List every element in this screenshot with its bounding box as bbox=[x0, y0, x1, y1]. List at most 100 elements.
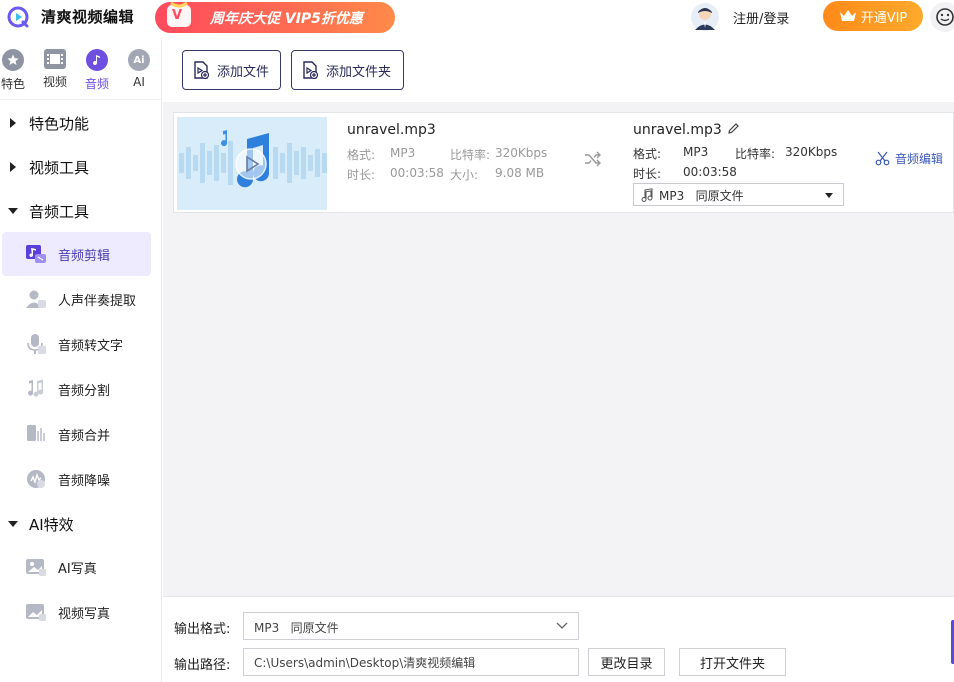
output-format-select-value: MP3 同原文件 bbox=[254, 621, 339, 635]
file-row: unravel.mp3 格式: MP3 比特率: 320Kbps 时长: 00:… bbox=[173, 112, 954, 213]
output-path-label: 输出路径: bbox=[174, 658, 231, 673]
group-ai-effects[interactable]: AI特效 bbox=[0, 506, 162, 542]
audio-edit-button[interactable]: 音频编辑 bbox=[875, 150, 943, 167]
group-audio-tools[interactable]: 音频工具 bbox=[0, 193, 162, 229]
sidebar-item-label: 音频剪辑 bbox=[58, 249, 111, 264]
sidebar-item-label: AI写真 bbox=[58, 562, 97, 577]
audio-merge-icon bbox=[27, 425, 45, 441]
sidebar-item-noise-reduction[interactable]: 音频降噪 bbox=[0, 457, 162, 501]
star-icon bbox=[2, 49, 24, 71]
sidebar-item-audio-merge[interactable]: 音频合并 bbox=[0, 412, 162, 456]
film-icon bbox=[44, 49, 66, 69]
group-video-tools[interactable]: 视频工具 bbox=[0, 149, 162, 185]
chevron-down-icon bbox=[8, 521, 18, 527]
sidebar-item-label: 人声伴奏提取 bbox=[58, 294, 137, 309]
sidebar-item-video-portrait[interactable]: 视频写真 bbox=[0, 590, 162, 634]
source-duration-label: 时长: bbox=[347, 168, 376, 182]
source-file-name: unravel.mp3 bbox=[347, 122, 436, 138]
output-path-input[interactable] bbox=[243, 648, 579, 676]
sidebar: 特色 视频 音频 Ai AI 特色功能 视频工具 音频工具 音频剪辑 人声伴奏提… bbox=[0, 38, 162, 682]
toolbar: 添加文件 添加文件夹 bbox=[163, 38, 954, 102]
sidebar-item-ai-portrait[interactable]: AI写真 bbox=[0, 545, 162, 589]
category-tab-video[interactable]: 视频 bbox=[34, 46, 76, 102]
category-tab-label: 音频 bbox=[84, 77, 109, 91]
audio-clip-icon bbox=[26, 245, 46, 263]
sidebar-item-vocal-extract[interactable]: 人声伴奏提取 bbox=[0, 277, 162, 321]
group-featured[interactable]: 特色功能 bbox=[0, 105, 162, 141]
group-label: 音频工具 bbox=[29, 203, 90, 221]
source-bitrate-value: 320Kbps bbox=[495, 146, 548, 160]
category-tabs: 特色 视频 音频 Ai AI bbox=[0, 46, 162, 102]
waveform-music-icon bbox=[179, 130, 327, 188]
ai-portrait-icon bbox=[26, 559, 46, 576]
audio-edit-label: 音频编辑 bbox=[895, 152, 944, 166]
open-folder-button[interactable]: 打开文件夹 bbox=[679, 648, 786, 676]
source-size-value: 9.08 MB bbox=[495, 166, 545, 180]
sidebar-item-label: 视频写真 bbox=[58, 607, 111, 622]
category-tab-ai[interactable]: Ai AI bbox=[118, 46, 160, 102]
open-vip-button[interactable]: 开通VIP bbox=[823, 1, 923, 31]
app-logo-icon bbox=[7, 6, 29, 28]
caret-down-icon bbox=[825, 193, 833, 198]
change-directory-button[interactable]: 更改目录 bbox=[588, 648, 665, 676]
chevron-right-icon bbox=[10, 162, 16, 172]
sidebar-item-audio-to-text[interactable]: 音频转文字 bbox=[0, 322, 162, 366]
feedback-face-icon[interactable] bbox=[930, 2, 954, 32]
convert-arrows-icon bbox=[585, 151, 601, 167]
chevron-down-icon bbox=[8, 208, 18, 214]
source-bitrate-label: 比特率: bbox=[450, 148, 491, 162]
add-folder-button[interactable]: 添加文件夹 bbox=[291, 50, 404, 90]
category-tab-label: 特色 bbox=[0, 77, 25, 91]
add-folder-icon bbox=[303, 61, 319, 80]
sidebar-item-label: 音频降噪 bbox=[58, 474, 111, 489]
promo-badge-letter: V bbox=[172, 8, 183, 23]
source-size-label: 大小: bbox=[450, 168, 479, 182]
output-format-select-value: MP3 同原文件 bbox=[659, 189, 744, 203]
output-settings-bar: 输出格式: MP3 同原文件 输出路径: 更改目录 打开文件夹 bbox=[163, 596, 954, 682]
output-file-name: unravel.mp3 bbox=[633, 122, 722, 138]
sidebar-item-label: 音频转文字 bbox=[58, 339, 124, 354]
title-bar: 清爽视频编辑 V 周年庆大促 VIP5折优惠 注册/登录 开通VIP bbox=[0, 0, 954, 38]
output-format-select[interactable]: MP3 同原文件 bbox=[243, 612, 579, 640]
source-format-value: MP3 bbox=[390, 146, 416, 160]
category-tab-label: 视频 bbox=[42, 75, 67, 89]
promo-text: 周年庆大促 VIP5折优惠 bbox=[210, 11, 363, 27]
add-file-button[interactable]: 添加文件 bbox=[182, 50, 281, 90]
add-file-label: 添加文件 bbox=[217, 64, 270, 80]
sidebar-item-audio-clip[interactable]: 音频剪辑 bbox=[0, 232, 162, 276]
audio-split-icon bbox=[28, 379, 44, 397]
music-note-icon bbox=[641, 188, 653, 202]
video-portrait-icon bbox=[26, 604, 46, 621]
output-format-value: MP3 bbox=[683, 145, 709, 159]
sidebar-item-label: 音频分割 bbox=[58, 384, 111, 399]
source-duration-value: 00:03:58 bbox=[390, 166, 444, 180]
group-label: 特色功能 bbox=[29, 115, 90, 133]
category-tab-label: AI bbox=[133, 75, 145, 89]
scissors-icon bbox=[875, 151, 890, 166]
output-bitrate-label: 比特率: bbox=[735, 147, 776, 161]
group-label: AI特效 bbox=[29, 516, 74, 534]
add-folder-label: 添加文件夹 bbox=[326, 64, 392, 80]
microphone-icon bbox=[27, 334, 46, 354]
chevron-right-icon bbox=[10, 118, 16, 128]
vocal-extract-icon bbox=[26, 290, 46, 308]
sidebar-item-audio-split[interactable]: 音频分割 bbox=[0, 367, 162, 411]
ai-icon: Ai bbox=[128, 49, 150, 71]
output-duration-label: 时长: bbox=[633, 167, 662, 181]
category-tab-featured[interactable]: 特色 bbox=[0, 46, 34, 102]
crown-icon bbox=[839, 10, 856, 21]
login-register-link[interactable]: 注册/登录 bbox=[733, 8, 789, 27]
chevron-down-icon bbox=[556, 622, 568, 629]
rename-pencil-icon[interactable] bbox=[727, 122, 740, 135]
promo-banner[interactable]: V 周年庆大促 VIP5折优惠 bbox=[155, 1, 395, 33]
main-panel: 添加文件 添加文件夹 unravel.mp3 格式: MP3 比特率: 320K… bbox=[163, 38, 954, 682]
output-format-label: 格式: bbox=[633, 147, 662, 161]
vip-button-label: 开通VIP bbox=[860, 10, 908, 26]
category-tab-audio[interactable]: 音频 bbox=[76, 46, 118, 102]
output-format-dropdown[interactable]: MP3 同原文件 bbox=[633, 183, 844, 206]
sidebar-item-label: 音频合并 bbox=[58, 429, 111, 444]
user-avatar-icon[interactable] bbox=[691, 3, 719, 31]
audio-thumbnail[interactable] bbox=[177, 117, 327, 210]
noise-reduction-icon bbox=[27, 470, 45, 488]
output-bitrate-value: 320Kbps bbox=[785, 145, 838, 159]
